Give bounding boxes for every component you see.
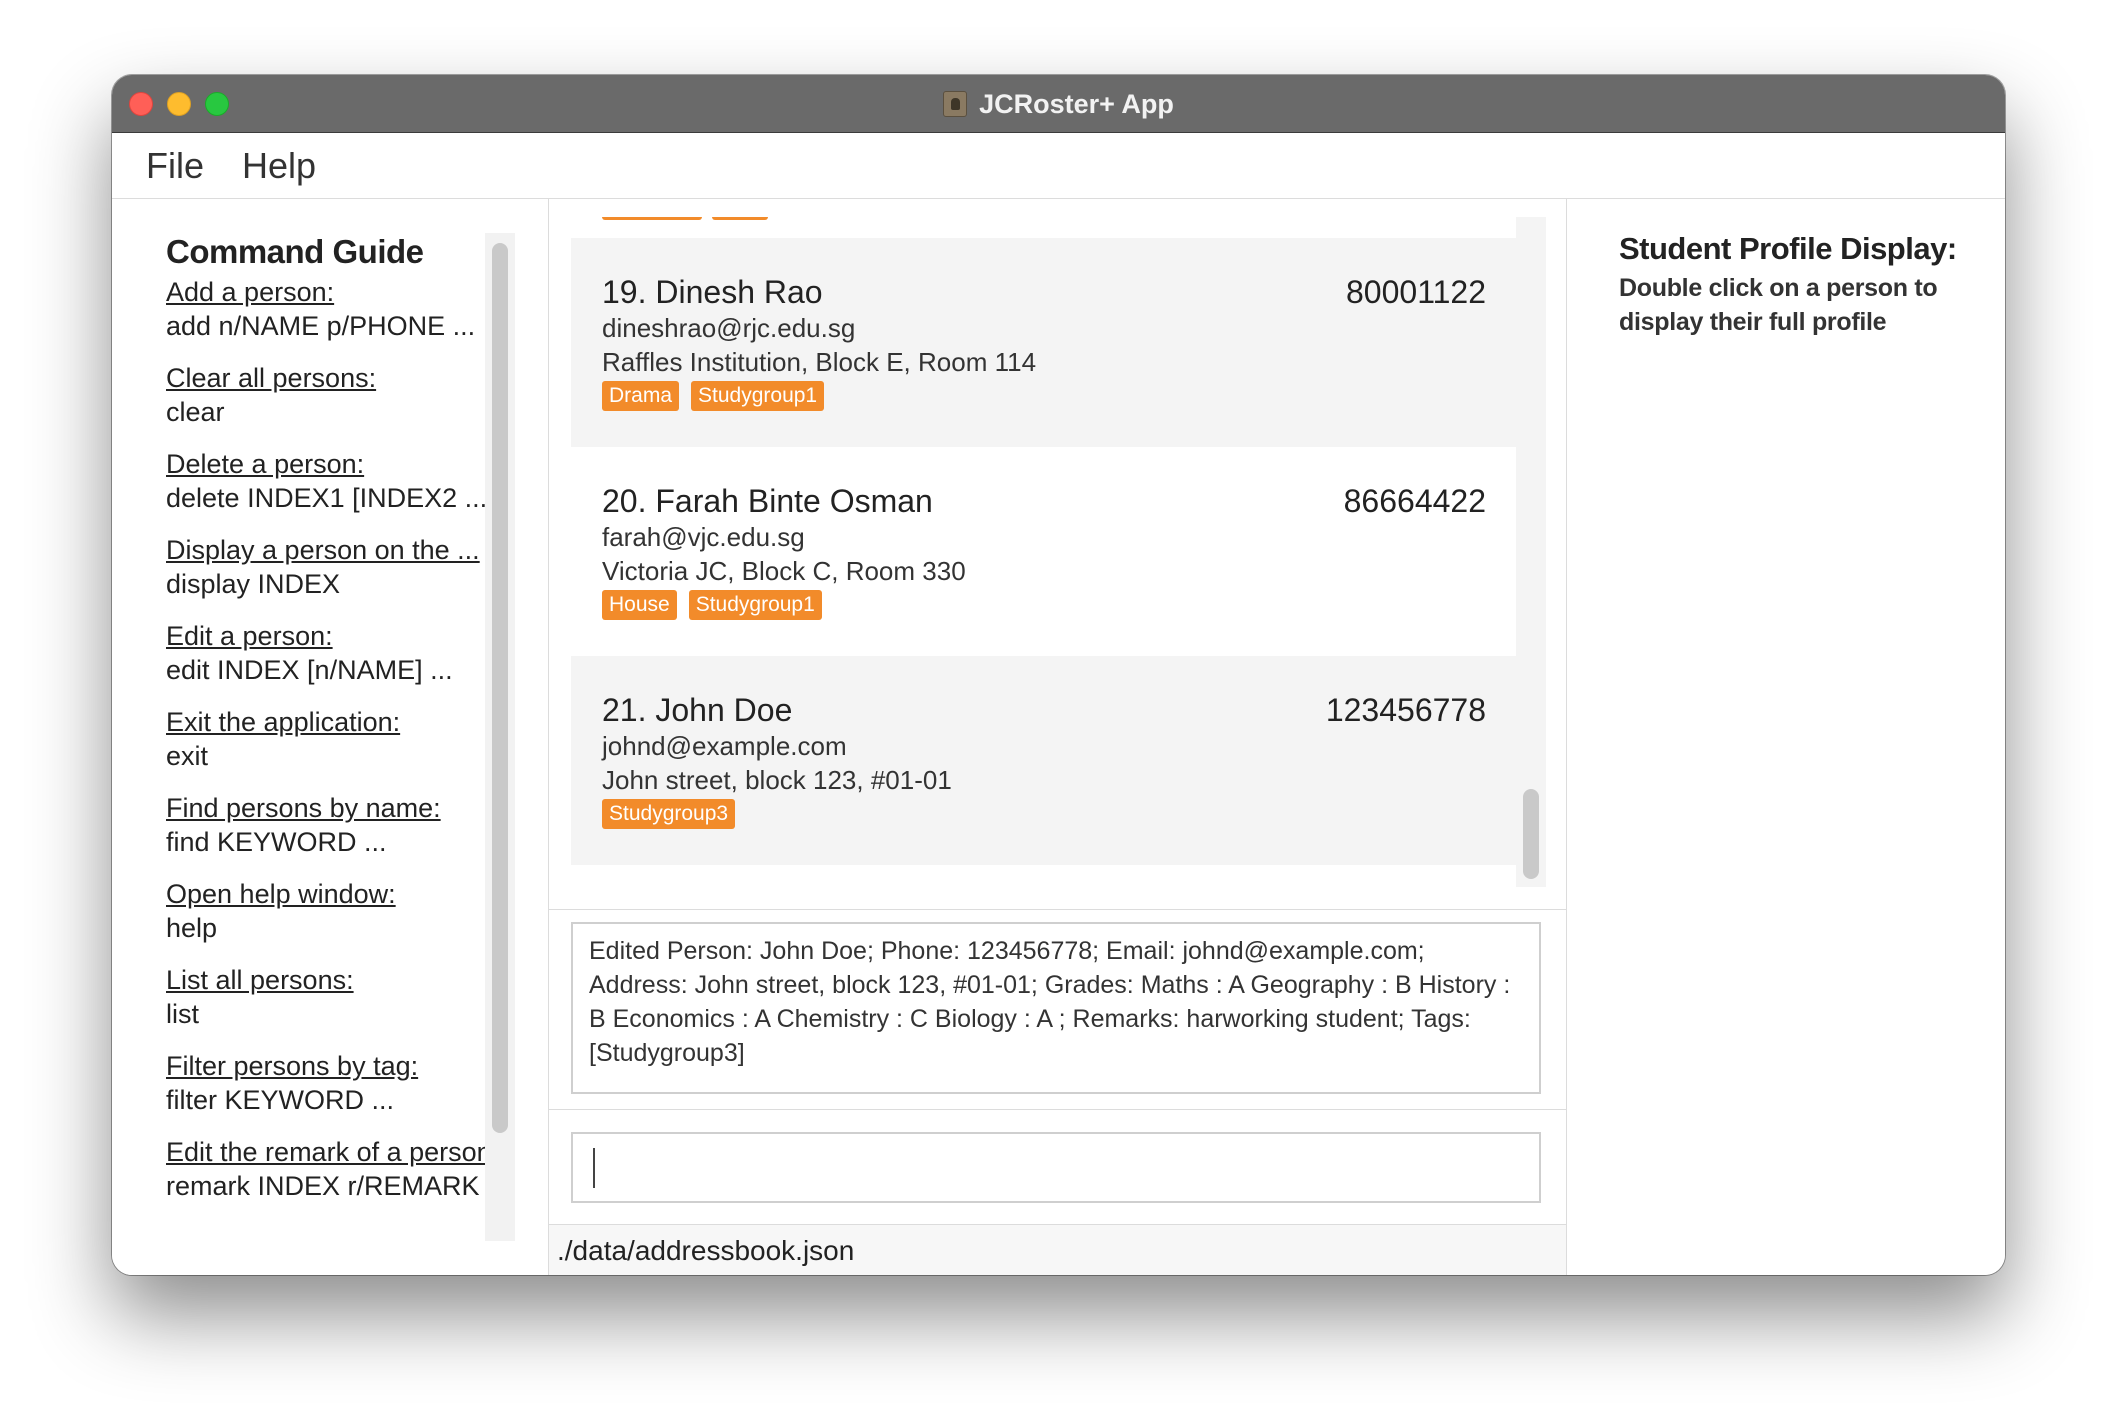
profile-subtitle: Double click on a person to display thei…	[1619, 274, 1938, 336]
person-email: johnd@example.com	[602, 731, 847, 761]
guide-entry: Delete a person: delete INDEX1 [INDEX2 .…	[166, 447, 510, 515]
card-header: 21. John Doe 123456778	[602, 692, 1486, 729]
command-guide-list: Command Guide Add a person: add n/NAME p…	[166, 233, 510, 1221]
guide-link[interactable]: Edit the remark of a person:	[166, 1135, 499, 1169]
person-list-scrollbar[interactable]	[1516, 217, 1546, 887]
menu-help[interactable]: Help	[242, 145, 316, 187]
guide-link[interactable]: Filter persons by tag:	[166, 1049, 466, 1083]
guide-entry: Exit the application: exit	[166, 705, 466, 773]
guide-command: exit	[166, 741, 209, 771]
person-address: Victoria JC, Block C, Room 330	[602, 556, 966, 586]
text-caret	[593, 1148, 595, 1188]
tag: Studygroup1	[688, 590, 822, 620]
person-card[interactable]: 20. Farah Binte Osman 86664422 farah@vjc…	[571, 447, 1516, 656]
guide-command: display INDEX	[166, 569, 341, 599]
person-tags: Studygroup3	[602, 799, 1486, 829]
menu-bar: File Help	[112, 133, 2005, 199]
tag: Studygroup1	[691, 381, 825, 411]
person-tags: Drama Studygroup1	[602, 381, 1486, 411]
person-phone: 123456778	[1325, 692, 1486, 728]
guide-entry: List all persons: list	[166, 963, 466, 1031]
guide-link[interactable]: Add a person:	[166, 275, 466, 309]
result-display: Edited Person: John Doe; Phone: 12345677…	[571, 922, 1541, 1094]
guide-entry: Edit a person: edit INDEX [n/NAME] ...	[166, 619, 466, 687]
profile-title: Student Profile Display:	[1619, 231, 1957, 266]
person-tags: House Studygroup1	[602, 590, 1486, 620]
person-address: Raffles Institution, Block E, Room 114	[602, 347, 1037, 377]
guide-link[interactable]: Display a person on the ...	[166, 533, 480, 567]
guide-link[interactable]: Find persons by name:	[166, 791, 466, 825]
main-panel: 19. Dinesh Rao 80001122 dineshrao@rjc.ed…	[549, 199, 1567, 1275]
person-phone: 80001122	[1346, 274, 1486, 310]
save-location: ./data/addressbook.json	[557, 1235, 855, 1266]
person-name: 21. John Doe	[602, 692, 793, 728]
app-window: JCRoster+ App File Help Command Guide Ad…	[112, 75, 2005, 1275]
guide-entry: Edit the remark of a person: remark INDE…	[166, 1135, 499, 1203]
card-header: 19. Dinesh Rao 80001122	[602, 274, 1486, 311]
person-card[interactable]: 19. Dinesh Rao 80001122 dineshrao@rjc.ed…	[571, 238, 1516, 447]
tag	[712, 217, 768, 220]
guide-link[interactable]: Edit a person:	[166, 619, 466, 653]
command-guide-panel: Command Guide Add a person: add n/NAME p…	[112, 199, 549, 1275]
command-box-panel	[549, 1110, 1566, 1225]
person-list-scrollbar-thumb[interactable]	[1523, 789, 1539, 879]
tag: Studygroup3	[602, 799, 736, 829]
person-address: John street, block 123, #01-01	[602, 765, 952, 795]
guide-link[interactable]: Clear all persons:	[166, 361, 466, 395]
guide-command: list	[166, 999, 199, 1029]
tag: Drama	[602, 381, 680, 411]
person-name: 19. Dinesh Rao	[602, 274, 823, 310]
guide-entry: Open help window: help	[166, 877, 466, 945]
title-wrap: JCRoster+ App	[112, 75, 2005, 133]
result-display-panel: Edited Person: John Doe; Phone: 12345677…	[549, 910, 1566, 1110]
command-guide-title: Command Guide	[166, 233, 424, 270]
person-email: farah@vjc.edu.sg	[602, 522, 805, 552]
person-name: 20. Farah Binte Osman	[602, 483, 933, 519]
title-bar: JCRoster+ App	[112, 75, 2005, 133]
guide-entry: Add a person: add n/NAME p/PHONE ...	[166, 275, 476, 343]
guide-scrollbar[interactable]	[485, 233, 515, 1241]
app-icon	[943, 91, 968, 117]
menu-file[interactable]: File	[146, 145, 204, 187]
person-email: dineshrao@rjc.edu.sg	[602, 313, 856, 343]
person-list[interactable]: 19. Dinesh Rao 80001122 dineshrao@rjc.ed…	[571, 217, 1516, 887]
guide-command: filter KEYWORD ...	[166, 1085, 395, 1115]
partial-tags	[602, 217, 768, 220]
guide-link[interactable]: List all persons:	[166, 963, 466, 997]
guide-command: remark INDEX r/REMARK	[166, 1171, 480, 1201]
guide-link[interactable]: Delete a person:	[166, 447, 466, 481]
profile-panel: Student Profile Display: Double click on…	[1567, 199, 2005, 1275]
guide-entry: Filter persons by tag: filter KEYWORD ..…	[166, 1049, 466, 1117]
tag	[602, 217, 702, 220]
guide-link[interactable]: Exit the application:	[166, 705, 466, 739]
guide-link[interactable]: Open help window:	[166, 877, 466, 911]
card-header: 20. Farah Binte Osman 86664422	[602, 483, 1486, 520]
person-list-panel: 19. Dinesh Rao 80001122 dineshrao@rjc.ed…	[549, 199, 1566, 910]
guide-command: clear	[166, 397, 225, 427]
guide-scrollbar-thumb[interactable]	[492, 243, 508, 1133]
guide-command: find KEYWORD ...	[166, 827, 387, 857]
guide-command: delete INDEX1 [INDEX2 ...] ,	[166, 483, 510, 513]
command-input[interactable]	[571, 1132, 1541, 1203]
person-phone: 86664422	[1343, 483, 1486, 519]
status-bar-footer: ./data/addressbook.json	[549, 1225, 1566, 1275]
guide-command: edit INDEX [n/NAME] ...	[166, 655, 453, 685]
guide-entry: Clear all persons: clear	[166, 361, 466, 429]
guide-command: add n/NAME p/PHONE ...	[166, 311, 476, 341]
guide-entry: Find persons by name: find KEYWORD ...	[166, 791, 466, 859]
tag: House	[602, 590, 677, 620]
guide-entry: Display a person on the ... display INDE…	[166, 533, 480, 601]
window-title: JCRoster+ App	[979, 88, 1174, 119]
guide-command: help	[166, 913, 218, 943]
person-card[interactable]: 21. John Doe 123456778 johnd@example.com…	[571, 656, 1516, 865]
